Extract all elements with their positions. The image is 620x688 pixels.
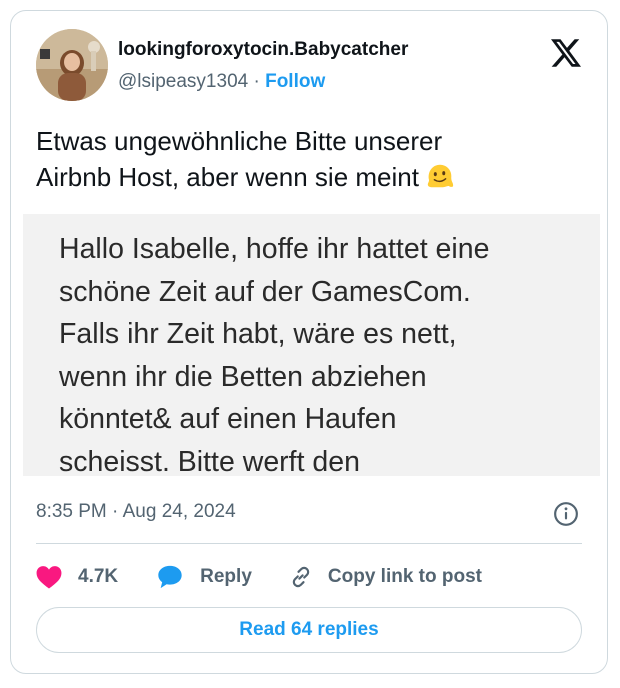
author-handle[interactable]: @lsipeasy1304 <box>118 71 248 92</box>
post-date: Aug 24, 2024 <box>122 501 236 522</box>
reply-button[interactable]: Reply <box>156 564 252 590</box>
divider <box>36 543 582 544</box>
post-text-line: Airbnb Host, aber wenn sie meint <box>36 162 419 192</box>
image-text-line: schöne Zeit auf der GamesCom. <box>59 275 471 308</box>
embedded-post-card: lookingforoxytocin.Babycatcher @lsipeasy… <box>10 10 608 674</box>
image-text-line: wenn ihr die Betten abziehen <box>59 360 427 393</box>
handle-separator: · <box>253 71 260 92</box>
post-text-line: Etwas ungewöhnliche Bitte unserer <box>36 126 443 156</box>
profile-photo <box>36 29 108 101</box>
image-text-line: Falls ihr Zeit habt, wäre es nett, <box>59 318 457 350</box>
read-replies-button[interactable]: Read 64 replies <box>36 607 582 653</box>
speech-bubble-icon <box>158 565 182 589</box>
read-replies-label: Read 64 replies <box>239 619 379 640</box>
info-icon[interactable] <box>553 501 579 527</box>
image-text-line: scheisst. Bitte werft den <box>59 445 360 477</box>
image-text-line: Hallo Isabelle, hoffe ihr hattet eine <box>59 233 490 265</box>
follow-button[interactable]: Follow <box>265 71 325 92</box>
x-logo-icon[interactable] <box>551 39 581 67</box>
like-count: 4.7K <box>78 566 119 587</box>
author-handle-row: @lsipeasy1304 · Follow <box>118 71 325 93</box>
author-display-name[interactable]: lookingforoxytocin.Babycatcher <box>118 39 408 61</box>
link-icon <box>292 566 310 588</box>
action-bar: 4.7K Reply Copy link to post <box>36 561 482 593</box>
copy-link-button[interactable]: Copy link to post <box>288 564 482 590</box>
image-text-line: könntet& auf einen Haufen <box>59 403 397 435</box>
post-timestamp[interactable]: 8:35 PM · Aug 24, 2024 <box>36 501 236 523</box>
post-time: 8:35 PM <box>36 501 107 522</box>
avatar[interactable] <box>36 29 108 101</box>
like-button[interactable]: 4.7K <box>36 565 118 589</box>
reply-label: Reply <box>200 566 252 587</box>
copy-link-label: Copy link to post <box>327 566 482 587</box>
attached-image-text-screenshot[interactable]: Hallo Isabelle, hoffe ihr hattet eine sc… <box>23 214 600 476</box>
heart-icon <box>36 566 62 589</box>
timestamp-separator: · <box>112 501 119 522</box>
melting-face-emoji-icon <box>427 164 454 188</box>
post-text: Etwas ungewöhnliche Bitte unserer Airbnb… <box>36 123 586 195</box>
